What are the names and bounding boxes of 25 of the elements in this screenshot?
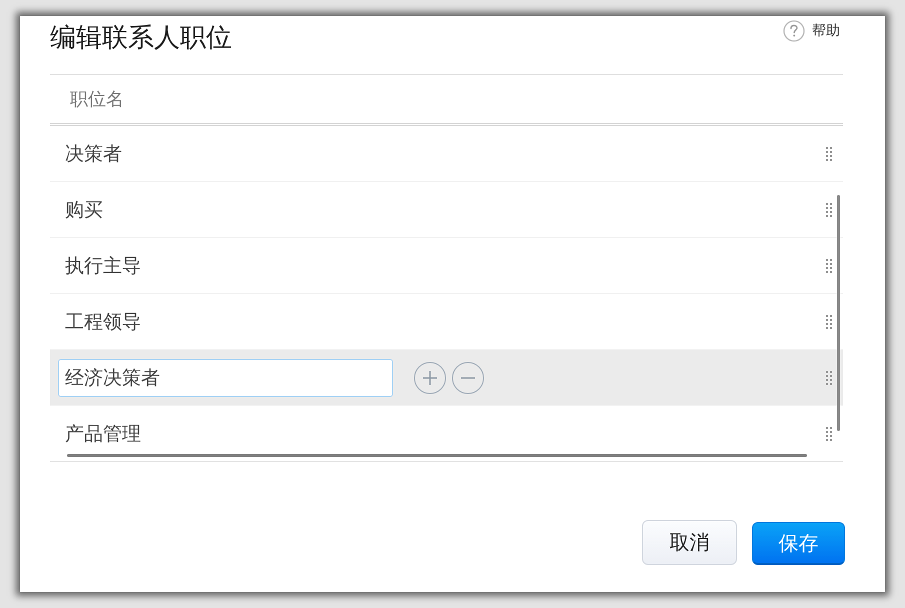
help-link[interactable]: 帮助 [783,20,840,42]
row-label: 产品管理 [65,422,141,446]
drag-handle-icon[interactable] [826,370,832,384]
row-label: 决策者 [65,142,122,166]
dialog-title: 编辑联系人职位 [50,22,232,55]
plus-icon [423,370,437,384]
drag-handle-icon[interactable] [826,314,832,328]
input-field[interactable]: 经济决策者 [58,358,393,396]
table-row[interactable]: 经济决策者 [50,350,843,406]
cancel-button[interactable]: 取消 [642,520,737,565]
save-button[interactable]: 保存 [752,522,845,565]
help-icon [783,20,805,42]
drag-handle-icon[interactable] [826,146,832,160]
horizontal-scrollbar[interactable] [67,454,807,457]
row-label: 执行主导 [65,254,141,278]
column-header: 职位名 [70,88,124,111]
drag-handle-icon[interactable] [826,202,832,216]
drag-handle-icon[interactable] [826,258,832,272]
drag-handle-icon[interactable] [826,426,832,440]
row-label: 工程领导 [65,310,141,334]
add-button[interactable] [414,362,446,394]
row-label: 购买 [65,198,103,222]
minus-icon [461,376,475,378]
vertical-scrollbar[interactable] [837,195,840,431]
remove-button[interactable] [452,362,484,394]
